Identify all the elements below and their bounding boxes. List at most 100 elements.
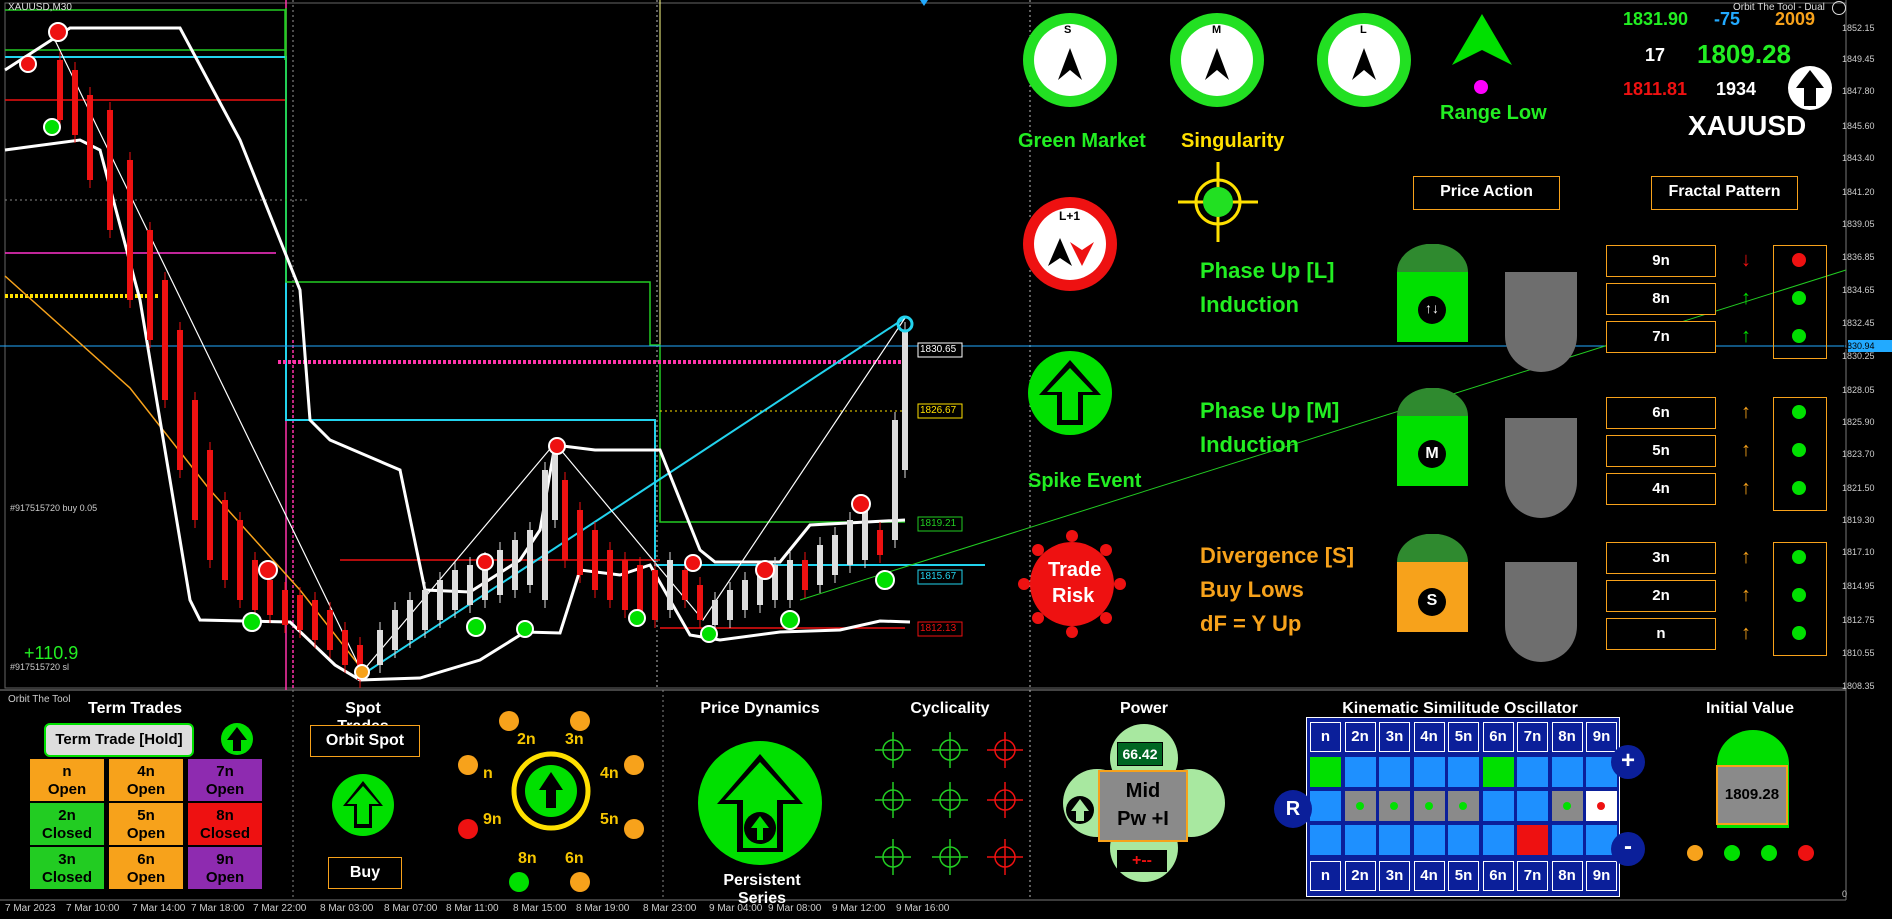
term-trade-cell[interactable]: 5n Open — [109, 803, 183, 845]
fractal-level-7n[interactable]: 7n — [1606, 321, 1716, 353]
orbit-spot-button[interactable]: Orbit Spot — [310, 725, 420, 757]
price-scale-tick: 1847.80 — [1842, 86, 1875, 96]
kso-cell[interactable] — [1482, 791, 1514, 821]
quote-low: 1811.81 — [1623, 79, 1688, 99]
kso-plus-button[interactable]: + — [1611, 745, 1645, 779]
kso-cell[interactable] — [1379, 757, 1410, 787]
kso-cell[interactable] — [1413, 825, 1445, 855]
kso-header-n[interactable]: n — [1310, 861, 1341, 891]
orbit-label: 5n — [600, 811, 619, 828]
buy-button[interactable]: Buy — [328, 857, 402, 889]
phase-m-sub: Induction — [1200, 432, 1299, 457]
kso-cell[interactable] — [1379, 825, 1410, 855]
kso-cell[interactable] — [1551, 757, 1583, 787]
trade-risk-gear-icon — [1018, 530, 1126, 638]
kso-cell[interactable] — [1310, 825, 1341, 855]
status-dot — [1687, 845, 1703, 861]
kso-cell[interactable] — [1517, 757, 1548, 787]
kso-header-9n[interactable]: 9n — [1586, 722, 1617, 752]
arrow-up-icon: ↑ — [1741, 622, 1751, 644]
time-axis-label: 8 Mar 11:00 — [446, 903, 499, 914]
kso-cell[interactable] — [1413, 757, 1445, 787]
kso-cell[interactable] — [1413, 791, 1445, 821]
kso-minus-button[interactable]: - — [1611, 832, 1645, 866]
term-trade-state: Open — [126, 781, 166, 798]
orbit-dot — [509, 872, 529, 892]
kso-cell[interactable] — [1448, 757, 1479, 787]
kso-cell[interactable] — [1310, 757, 1341, 787]
fractal-level-6n[interactable]: 6n — [1606, 397, 1716, 429]
kso-header-5n[interactable]: 5n — [1448, 722, 1479, 752]
kso-header-2n[interactable]: 2n — [1344, 861, 1376, 891]
kso-header-8n[interactable]: 8n — [1551, 861, 1583, 891]
phase-m-title: Phase Up [M] — [1200, 398, 1340, 423]
kso-cell[interactable] — [1551, 825, 1583, 855]
term-trade-level: 5n — [137, 807, 155, 824]
term-trade-cell[interactable]: 3n Closed — [30, 847, 104, 889]
term-trade-cell[interactable]: 4n Open — [109, 759, 183, 801]
term-trade-hold-button[interactable]: Term Trade [Hold] — [44, 723, 194, 757]
fractal-level-n[interactable]: n — [1606, 618, 1716, 650]
fractal-level-8n[interactable]: 8n — [1606, 283, 1716, 315]
kso-cell[interactable] — [1551, 791, 1583, 821]
kso-title: Kinematic Similitude Oscillator — [1342, 700, 1578, 717]
level-label: 1830.65 — [920, 344, 957, 355]
kso-cell[interactable] — [1310, 791, 1341, 821]
fractal-level-5n[interactable]: 5n — [1606, 435, 1716, 467]
kso-header-n[interactable]: n — [1310, 722, 1341, 752]
kso-dot — [1597, 802, 1605, 810]
status-dot — [1724, 845, 1740, 861]
term-trade-cell[interactable]: 6n Open — [109, 847, 183, 889]
fractal-pattern-button[interactable]: Fractal Pattern — [1651, 176, 1798, 210]
term-trade-cell[interactable]: 9n Open — [188, 847, 262, 889]
term-trade-cell[interactable]: 7n Open — [188, 759, 262, 801]
kso-cell[interactable] — [1517, 825, 1548, 855]
fractal-dots-s — [1773, 542, 1827, 656]
fractal-level-4n[interactable]: 4n — [1606, 473, 1716, 505]
kso-cell[interactable] — [1448, 791, 1479, 821]
term-trade-cell[interactable]: 2n Closed — [30, 803, 104, 845]
order-buy-label: #917515720 buy 0.05 — [10, 503, 98, 513]
kso-cell[interactable] — [1482, 825, 1514, 855]
fractal-level-9n[interactable]: 9n — [1606, 245, 1716, 277]
price-dynamics-arrow-icon — [698, 741, 822, 865]
kso-header-4n[interactable]: 4n — [1413, 861, 1445, 891]
persistent-series-label: Persistent Series — [723, 872, 801, 907]
kso-cell[interactable] — [1344, 825, 1376, 855]
initial-value-price: 1809.28 — [1716, 765, 1788, 825]
term-trade-cell[interactable]: n Open — [30, 759, 104, 801]
kso-dot — [1424, 802, 1433, 810]
kso-cell[interactable] — [1448, 825, 1479, 855]
kso-header-2n[interactable]: 2n — [1344, 722, 1376, 752]
kso-header-6n[interactable]: 6n — [1482, 722, 1514, 752]
price-scale-tick: 1845.60 — [1842, 121, 1875, 131]
close-icon[interactable] — [1832, 1, 1846, 15]
orbit-label: n — [483, 765, 493, 782]
kso-header-9n[interactable]: 9n — [1586, 861, 1617, 891]
kso-cell[interactable] — [1482, 757, 1514, 787]
kso-r-button[interactable]: R — [1274, 790, 1312, 828]
kso-cell[interactable] — [1517, 791, 1548, 821]
arrow-up-icon[interactable] — [220, 722, 254, 756]
phase-m-gauge — [1397, 388, 1468, 486]
price-action-button[interactable]: Price Action — [1413, 176, 1560, 210]
kso-header-7n[interactable]: 7n — [1517, 722, 1548, 752]
kso-header-4n[interactable]: 4n — [1413, 722, 1445, 752]
kso-cell[interactable] — [1586, 791, 1617, 821]
kso-cell[interactable] — [1344, 757, 1376, 787]
kso-header-5n[interactable]: 5n — [1448, 861, 1479, 891]
kso-cell[interactable] — [1379, 791, 1410, 821]
kso-header-3n[interactable]: 3n — [1379, 861, 1410, 891]
crosshair-icon — [932, 732, 968, 768]
price-scale-tick: 1852.15 — [1842, 23, 1875, 33]
kso-header-8n[interactable]: 8n — [1551, 722, 1583, 752]
time-axis-label: 7 Mar 18:00 — [191, 903, 245, 914]
crosshair-icon — [875, 782, 911, 818]
kso-header-7n[interactable]: 7n — [1517, 861, 1548, 891]
kso-header-3n[interactable]: 3n — [1379, 722, 1410, 752]
term-trade-cell[interactable]: 8n Closed — [188, 803, 262, 845]
fractal-level-2n[interactable]: 2n — [1606, 580, 1716, 612]
kso-cell[interactable] — [1344, 791, 1376, 821]
fractal-level-3n[interactable]: 3n — [1606, 542, 1716, 574]
kso-header-6n[interactable]: 6n — [1482, 861, 1514, 891]
